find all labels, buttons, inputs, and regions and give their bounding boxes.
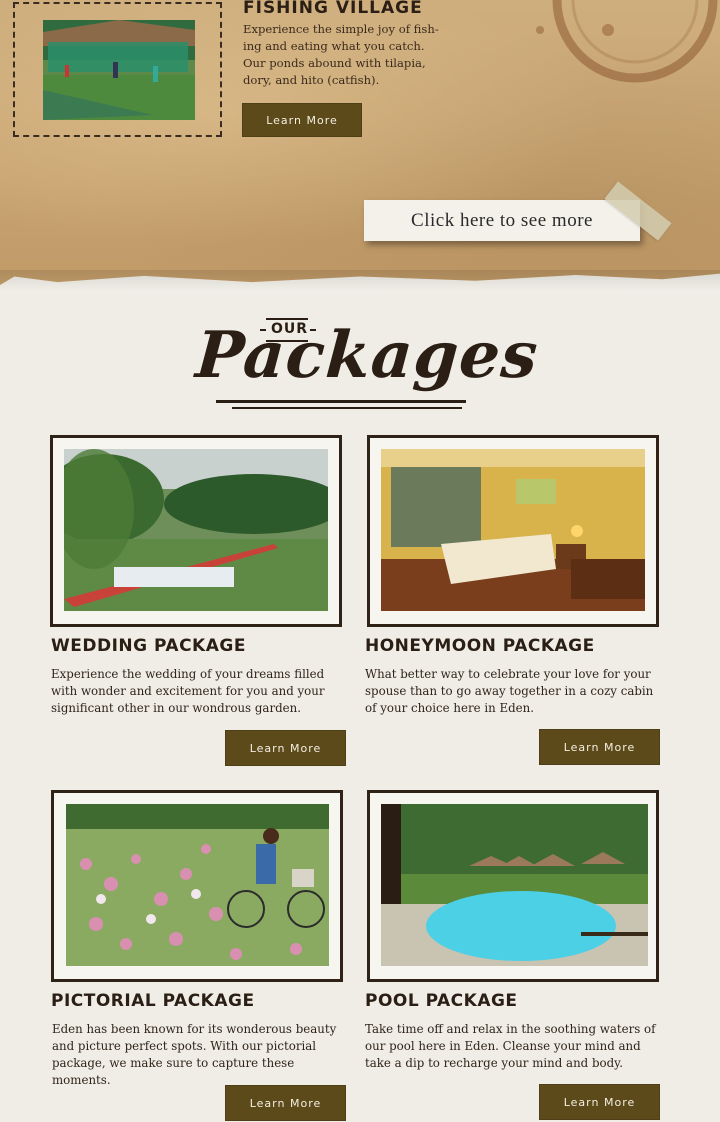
honeymoon-package-title: Honeymoon Package	[365, 636, 595, 656]
pictorial-package-title: Pictorial Package	[51, 991, 255, 1011]
honeymoon-learn-more-button[interactable]: Learn More	[539, 729, 660, 765]
coffee-stain-decoration	[536, 0, 718, 83]
pool-package-title: Pool Package	[365, 991, 518, 1011]
pictorial-package-description: Eden has been known for its wonderous be…	[52, 1022, 337, 1087]
kraft-edge-shadow	[0, 270, 720, 290]
pictorial-learn-more-button[interactable]: Learn More	[225, 1085, 346, 1121]
fishing-village-title: Fishing Village	[243, 0, 423, 18]
packages-heading: Packages	[193, 318, 541, 393]
fishing-village-description: Experience the simple joy of fish-ing an…	[243, 22, 439, 87]
fishing-village-photo	[43, 20, 195, 120]
heading-underline	[216, 400, 466, 403]
wedding-package-title: Wedding Package	[51, 636, 246, 656]
fishing-learn-more-button[interactable]: Learn More	[242, 103, 362, 137]
pool-photo	[381, 804, 648, 966]
wedding-package-description: Experience the wedding of your dreams fi…	[51, 667, 325, 715]
wedding-photo	[64, 449, 328, 611]
pictorial-photo	[66, 804, 329, 966]
wedding-learn-more-button[interactable]: Learn More	[225, 730, 346, 766]
honeymoon-package-description: What better way to celebrate your love f…	[365, 667, 654, 715]
see-more-button[interactable]: Click here to see more	[364, 200, 640, 241]
heading-underline-secondary	[232, 407, 462, 409]
honeymoon-photo	[381, 449, 645, 611]
pool-package-description: Take time off and relax in the soothing …	[365, 1022, 656, 1070]
pool-learn-more-button[interactable]: Learn More	[539, 1084, 660, 1120]
